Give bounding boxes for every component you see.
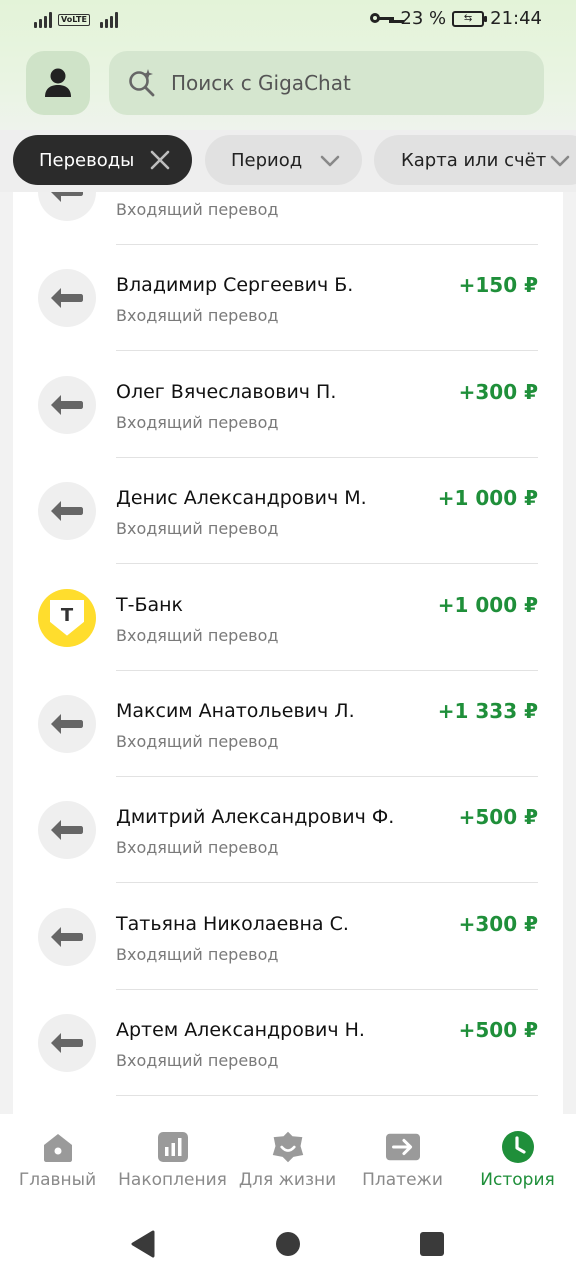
app-header: VoLTE 23 % ⇆ 21:44 Поиск с GigaChat	[0, 0, 576, 130]
nav-home-label: Главный	[18, 1170, 97, 1190]
chip-transfers[interactable]: Переводы	[13, 135, 192, 185]
search-bar[interactable]: Поиск с GigaChat	[109, 51, 544, 115]
transaction-type: Входящий перевод	[116, 1051, 279, 1071]
transaction-amount: +500 ₽	[458, 1018, 538, 1043]
transaction-row[interactable]: Дмитрий Александрович Ф. Входящий перевод…	[13, 777, 563, 884]
transaction-row[interactable]: Владимир Сергеевич Б. Входящий перевод +15…	[13, 245, 563, 352]
search-placeholder: Поиск с GigaChat	[171, 71, 351, 95]
sender-name: Максим Анатольевич Л.	[116, 700, 355, 722]
signal-icon-2	[99, 10, 118, 28]
nav-payments-label: Платежи	[362, 1170, 443, 1190]
sender-name: Татьяна Николаевна С.	[116, 912, 349, 935]
recents-icon[interactable]	[420, 1230, 446, 1258]
chart-icon	[156, 1130, 190, 1164]
chevron-down-icon	[320, 155, 340, 167]
transaction-type: Входящий перевод	[116, 200, 279, 219]
sender-name: Т-Банк	[116, 593, 184, 616]
sender-name: Владимир Сергеевич Б.	[116, 274, 354, 297]
key-icon	[370, 12, 395, 26]
nav-for-life[interactable]: Для жизни	[230, 1114, 345, 1204]
profile-button[interactable]	[26, 51, 90, 115]
transaction-list: Входящий перевод Владимир Сергеевич Б. Вхо…	[13, 192, 563, 1114]
transaction-row[interactable]: Денис Александрович М. Входящий перевод +1…	[13, 458, 563, 565]
sender-name: Артем Александрович Н.	[116, 1019, 365, 1042]
transaction-type: Входящий перевод	[116, 732, 279, 751]
back-icon[interactable]	[130, 1230, 156, 1258]
battery-percent: 23 %	[400, 8, 447, 29]
transaction-amount: +1 000 ₽	[437, 592, 538, 617]
tbank-logo-icon: Т	[38, 588, 96, 647]
signal-icon	[34, 10, 52, 28]
incoming-arrow-icon	[38, 695, 96, 753]
home-circle-icon[interactable]	[276, 1230, 302, 1258]
transaction-amount: +1 000 ₽	[437, 486, 538, 511]
chip-card-or-account[interactable]: Карта или счёт	[374, 135, 576, 185]
nav-home[interactable]: Главный	[0, 1114, 115, 1204]
bottom-navigation: Главный Накопления Для жизни Платежи Ист…	[0, 1114, 576, 1204]
transfer-icon	[385, 1130, 420, 1164]
incoming-arrow-icon	[38, 375, 96, 434]
home-icon	[41, 1130, 75, 1164]
close-icon[interactable]	[150, 150, 170, 170]
transaction-type: Входящий перевод	[116, 412, 279, 432]
sender-name: Олег Вячеславович П.	[116, 380, 337, 403]
volte-badge: VoLTE	[58, 14, 90, 26]
chip-card-label: Карта или счёт	[401, 149, 547, 171]
transaction-type: Входящий перевод	[116, 625, 279, 645]
transaction-row[interactable]: Артем Александрович Н. Входящий перевод +5…	[13, 990, 563, 1097]
transaction-row[interactable]: Входящий перевод	[13, 192, 563, 245]
incoming-arrow-icon	[38, 192, 96, 221]
status-right: 23 % ⇆ 21:44	[370, 8, 542, 29]
transaction-type: Входящий перевод	[116, 519, 279, 539]
tbank-shield: Т	[50, 599, 84, 636]
transaction-row[interactable]: Т Т-Банк Входящий перевод +1 000 ₽	[13, 565, 563, 671]
clock-icon	[501, 1130, 535, 1164]
sender-name: Дмитрий Александрович Ф.	[116, 806, 395, 829]
incoming-arrow-icon	[38, 1014, 96, 1073]
transaction-amount: +300 ₽	[458, 379, 538, 404]
status-bar: VoLTE 23 % ⇆ 21:44	[0, 0, 576, 40]
nav-history[interactable]: История	[460, 1114, 575, 1204]
nav-savings-label: Накопления	[118, 1170, 227, 1190]
chip-transfers-label: Переводы	[39, 149, 135, 171]
chevron-down-icon	[550, 155, 570, 167]
nav-savings[interactable]: Накопления	[115, 1114, 230, 1204]
transaction-row[interactable]: Максим Анатольевич Л. Входящий перевод +1 …	[13, 671, 563, 777]
row-divider	[116, 1095, 538, 1097]
transaction-type: Входящий перевод	[116, 944, 279, 964]
transaction-amount: +1 333 ₽	[437, 699, 538, 723]
incoming-arrow-icon	[38, 269, 96, 328]
incoming-arrow-icon	[38, 482, 96, 541]
signal-indicators: VoLTE	[34, 10, 118, 28]
smile-icon	[271, 1130, 305, 1164]
nav-payments[interactable]: Платежи	[345, 1114, 460, 1204]
system-navigation-bar	[0, 1204, 576, 1280]
user-icon	[45, 68, 71, 97]
nav-for-life-label: Для жизни	[238, 1170, 337, 1190]
gigachat-search-icon	[129, 69, 155, 97]
transaction-amount: +500 ₽	[458, 805, 538, 830]
incoming-arrow-icon	[38, 801, 96, 860]
nav-history-label: История	[480, 1170, 555, 1190]
filter-chips: Переводы Период Карта или счёт	[0, 130, 576, 192]
battery-icon: ⇆	[452, 10, 488, 27]
transaction-amount: +300 ₽	[458, 911, 538, 936]
chip-period[interactable]: Период	[205, 135, 362, 185]
transaction-row[interactable]: Олег Вячеславович П. Входящий перевод +300…	[13, 352, 563, 458]
transaction-type: Входящий перевод	[116, 838, 279, 858]
clock-time: 21:44	[490, 8, 542, 29]
sender-name: Денис Александрович М.	[116, 487, 367, 510]
transaction-type: Входящий перевод	[116, 306, 279, 326]
incoming-arrow-icon	[38, 907, 96, 966]
transaction-amount: +150 ₽	[458, 273, 538, 298]
transaction-row[interactable]: Татьяна Николаевна С. Входящий перевод +30…	[13, 884, 563, 990]
chip-period-label: Период	[231, 149, 303, 171]
